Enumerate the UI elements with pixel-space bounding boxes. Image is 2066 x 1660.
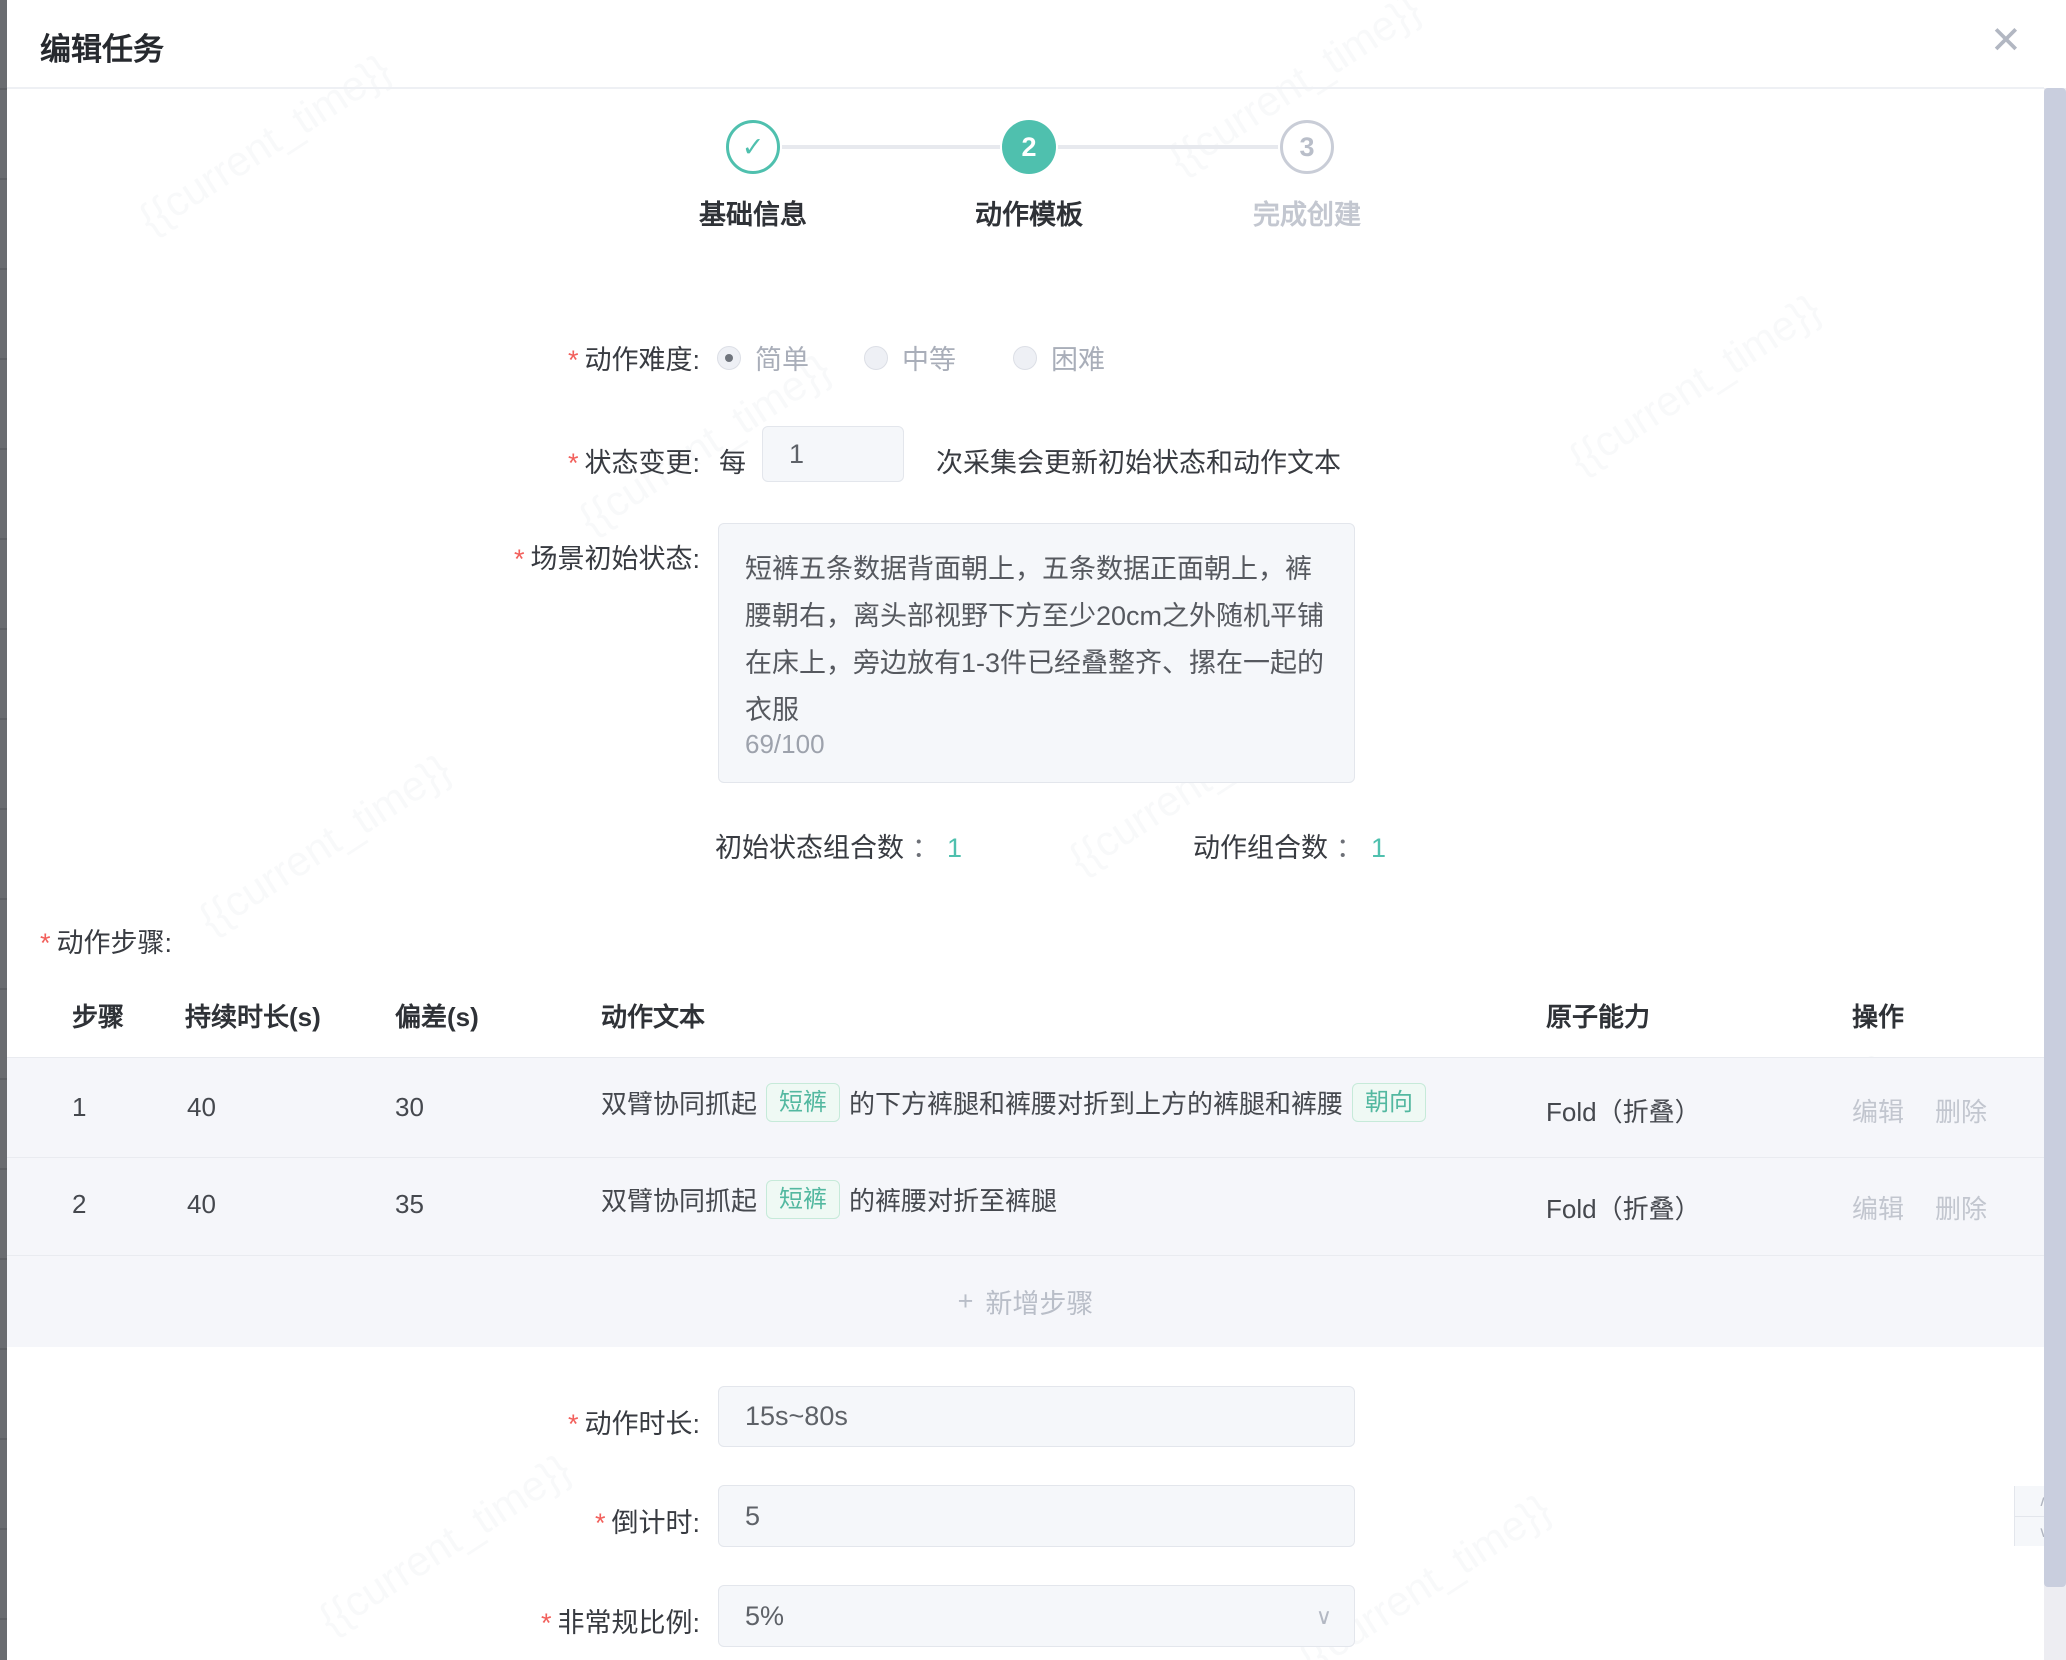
edit-task-dialog: {{current_time}} {{current_time}} {{curr…: [0, 0, 2066, 1660]
add-step-label: 新增步骤: [985, 1282, 1093, 1321]
required-asterisk: *: [40, 928, 51, 958]
row1-ability: Fold（折叠）: [1546, 1092, 1701, 1129]
step-3-label: 完成创建: [1197, 193, 1417, 232]
row1-edit-link[interactable]: 编辑: [1852, 1092, 1904, 1129]
difficulty-label: *动作难度:: [380, 338, 700, 377]
row1-action-text: 双臂协同抓起 短裤 的下方裤腿和裤腰对折到上方的裤腿和裤腰 朝向: [601, 1083, 1426, 1122]
initial-combo-value: 1: [947, 833, 962, 863]
countdown-label: *倒计时:: [380, 1501, 700, 1540]
row2-step: 2: [72, 1189, 86, 1220]
row1-deviation: 30: [395, 1092, 424, 1123]
required-asterisk: *: [568, 345, 579, 375]
unusual-ratio-label: *非常规比例:: [380, 1601, 700, 1640]
step-3-circle: 3: [1280, 120, 1334, 174]
check-icon: ✓: [742, 132, 765, 163]
col-header-ability: 原子能力: [1546, 997, 1650, 1034]
chevron-down-icon: ∨: [1316, 1604, 1332, 1630]
required-asterisk: *: [514, 544, 525, 574]
countdown-input[interactable]: 5 ∧ ∨: [718, 1485, 1355, 1547]
object-tag: 短裤: [766, 1083, 840, 1122]
col-header-step: 步骤: [72, 997, 124, 1034]
radio-label: 简单: [755, 338, 809, 377]
step-2-circle: 2: [1002, 120, 1056, 174]
action-combo-count: 动作组合数：1: [1193, 826, 1386, 865]
header-divider: [7, 87, 2044, 89]
char-counter: 69/100: [745, 721, 825, 768]
row1-duration: 40: [187, 1092, 216, 1123]
watermark-text: {{current_time}}: [1560, 285, 1829, 483]
row1-step: 1: [72, 1092, 86, 1123]
row2-action-text: 双臂协同抓起 短裤 的裤腰对折至裤腿: [601, 1180, 1057, 1219]
required-asterisk: *: [568, 1409, 579, 1439]
initial-combo-count: 初始状态组合数：1: [715, 826, 962, 865]
col-header-duration: 持续时长(s): [185, 997, 321, 1034]
radio-simple[interactable]: 简单: [717, 338, 809, 377]
required-asterisk: *: [568, 448, 579, 478]
radio-label: 困难: [1051, 338, 1105, 377]
row2-duration: 40: [187, 1189, 216, 1220]
background-page-edge: [0, 0, 7, 1660]
col-header-deviation: 偏差(s): [395, 997, 479, 1034]
required-asterisk: *: [541, 1608, 552, 1638]
col-header-text: 动作文本: [601, 997, 705, 1034]
object-tag: 短裤: [766, 1180, 840, 1219]
row2-ability: Fold（折叠）: [1546, 1189, 1701, 1226]
stepper-connector: [1058, 145, 1278, 149]
dialog-title: 编辑任务: [40, 24, 164, 69]
state-change-input[interactable]: 1: [762, 426, 904, 482]
stepper-connector: [782, 145, 1000, 149]
initial-state-textarea[interactable]: 短裤五条数据背面朝上，五条数据正面朝上，裤腰朝右，离头部视野下方至少20cm之外…: [718, 523, 1355, 783]
step-1-circle: ✓: [726, 120, 780, 174]
row2-delete-link[interactable]: 删除: [1935, 1189, 1987, 1226]
row2-deviation: 35: [395, 1189, 424, 1220]
duration-input[interactable]: 15s~80s: [718, 1386, 1355, 1447]
scrollbar-thumb[interactable]: [2044, 88, 2066, 1587]
watermark-text: {{current_time}}: [190, 745, 459, 943]
orientation-tag: 朝向: [1352, 1083, 1426, 1122]
col-header-operation: 操作: [1852, 997, 1904, 1034]
radio-dot-selected[interactable]: [717, 346, 741, 370]
state-change-suffix: 次采集会更新初始状态和动作文本: [936, 441, 1341, 480]
required-asterisk: *: [595, 1508, 606, 1538]
state-change-label: *状态变更:: [380, 441, 700, 480]
step-3-number: 3: [1299, 132, 1314, 163]
row1-delete-link[interactable]: 删除: [1935, 1092, 1987, 1129]
radio-label: 中等: [902, 338, 956, 377]
step-1-label: 基础信息: [643, 193, 863, 232]
action-combo-value: 1: [1371, 833, 1386, 863]
state-change-prefix: 每: [719, 441, 746, 480]
radio-medium[interactable]: 中等: [864, 338, 956, 377]
radio-dot[interactable]: [864, 346, 888, 370]
initial-state-text: 短裤五条数据背面朝上，五条数据正面朝上，裤腰朝右，离头部视野下方至少20cm之外…: [745, 554, 1324, 725]
row2-edit-link[interactable]: 编辑: [1852, 1189, 1904, 1226]
radio-hard[interactable]: 困难: [1013, 338, 1105, 377]
duration-label: *动作时长:: [380, 1402, 700, 1441]
unusual-ratio-select[interactable]: 5% ∨: [718, 1585, 1355, 1647]
radio-dot[interactable]: [1013, 346, 1037, 370]
watermark-text: {{current_time}}: [130, 45, 399, 243]
plus-icon: +: [958, 1286, 974, 1317]
action-steps-label: *动作步骤:: [40, 921, 172, 960]
initial-state-label: *场景初始状态:: [380, 537, 700, 576]
step-2-label: 动作模板: [919, 193, 1139, 232]
add-step-button[interactable]: + 新增步骤: [7, 1255, 2044, 1347]
step-2-number: 2: [1021, 132, 1036, 163]
close-icon[interactable]: ✕: [1990, 22, 2022, 60]
